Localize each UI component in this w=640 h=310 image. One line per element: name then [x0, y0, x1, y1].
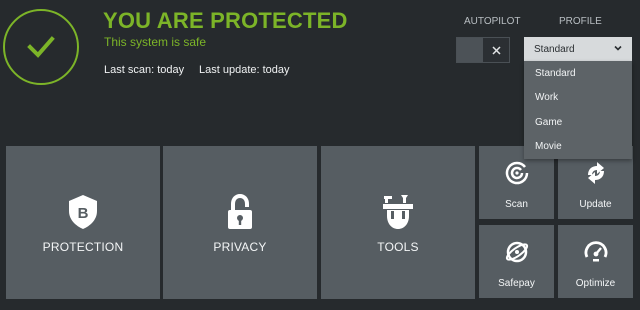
optimize-tile[interactable]: Optimize	[558, 225, 633, 298]
status-subtitle: This system is safe	[104, 35, 207, 49]
autopilot-label: AUTOPILOT	[464, 16, 521, 27]
last-scan-text: Last scan: today	[104, 64, 185, 76]
optimize-label: Optimize	[575, 278, 616, 289]
toggle-knob	[457, 38, 484, 62]
toolbelt-icon	[383, 195, 413, 229]
status-title: YOU ARE PROTECTED	[103, 8, 348, 33]
profile-label: PROFILE	[559, 16, 602, 27]
privacy-label: PRIVACY	[213, 240, 267, 254]
tools-tile[interactable]: TOOLS	[321, 146, 475, 299]
scan-label: Scan	[505, 199, 528, 210]
profile-option-work[interactable]: Work	[524, 86, 632, 111]
chevron-down-icon	[614, 45, 622, 51]
profile-selected-value: Standard	[534, 43, 575, 55]
autopilot-toggle[interactable]	[456, 37, 510, 63]
protection-tile[interactable]: B PROTECTION	[6, 146, 160, 299]
tools-label: TOOLS	[377, 240, 419, 254]
profile-option-movie[interactable]: Movie	[524, 135, 632, 160]
privacy-tile[interactable]: PRIVACY	[163, 146, 317, 299]
padlock-icon	[228, 194, 252, 229]
profile-option-standard[interactable]: Standard	[524, 61, 632, 86]
safepay-tile[interactable]: Safepay	[479, 225, 554, 298]
safepay-label: Safepay	[498, 278, 535, 289]
close-icon	[483, 38, 509, 62]
header-panel: YOU ARE PROTECTED This system is safe La…	[0, 0, 640, 159]
speedometer-icon	[584, 241, 607, 262]
protection-label: PROTECTION	[42, 240, 124, 254]
scan-icon	[505, 161, 528, 185]
profile-option-game[interactable]: Game	[524, 110, 632, 135]
status-ring	[3, 9, 79, 85]
checkmark-icon	[27, 36, 55, 58]
shield-b-icon: B	[69, 195, 97, 229]
last-update-text: Last update: today	[199, 64, 290, 76]
safepay-globe-icon	[505, 241, 528, 263]
svg-text:B: B	[78, 205, 89, 222]
update-label: Update	[579, 199, 612, 210]
refresh-arrows-icon	[587, 162, 604, 184]
profile-menu: Standard Work Game Movie	[524, 61, 632, 159]
profile-dropdown[interactable]: Standard	[524, 37, 632, 61]
